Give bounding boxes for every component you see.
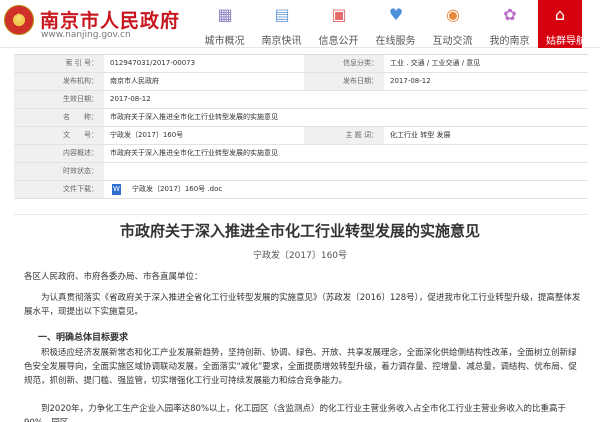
effective-date-label: 生效日期： (14, 91, 104, 108)
info-row-summary: 内容概述： 市政府关于深入推进全市化工行业转型发展的实施意见 (14, 145, 588, 163)
index-value: 012947031/2017-00073 (110, 59, 196, 67)
attachment-label: 文件下载： (14, 181, 104, 198)
national-emblem-icon (4, 5, 34, 35)
category-label: 信息分类： (304, 55, 384, 72)
info-disclosure-icon: ▣ (331, 5, 347, 24)
site-header: 南京市人民政府 www.nanjing.gov.cn ▦ 城市概况 ▤ 南京快讯 ▣ 信息… (0, 0, 600, 48)
info-row-issuer: 发布机构： 南京市人民政府 发布日期： 2017-08-12 (14, 73, 588, 91)
content-summary-label: 内容概述： (14, 145, 104, 162)
nav-item-city-overview[interactable]: ▦ 城市概况 (196, 0, 253, 48)
info-row-index: 索 引 号： 012947031/2017-00073 信息分类： 工业 . 交… (14, 55, 588, 73)
nav-item-online-service[interactable]: ♥ 在线服务 (367, 0, 424, 48)
nav-item-label: 互动交流 (432, 36, 473, 47)
word-document-icon[interactable]: W (112, 184, 121, 195)
divider (14, 214, 588, 215)
info-row-name: 名 称： 市政府关于深入推进全市化工行业转型发展的实施意见 (14, 109, 588, 127)
online-service-icon: ♥ (388, 5, 404, 24)
article-title: 市政府关于深入推进全市化工行业转型发展的实施意见 (119, 222, 480, 240)
nav-item-label: 城市概况 (204, 36, 245, 47)
article-paragraph: 积极适应经济发展新常态和化工产业发展新趋势，坚持创新、协调、绿色、开放、共享发展… (24, 348, 577, 386)
site-url: www.nanjing.gov.cn (41, 30, 131, 40)
nav-item-info-disclosure[interactable]: ▣ 信息公开 (310, 0, 367, 48)
doc-no-value: 宁政发〔2017〕160号 (110, 131, 184, 139)
section-heading: 一、明确总体目标要求 (38, 333, 129, 343)
nav-item-navigation[interactable]: ⌂ 姑群导航 (538, 0, 586, 48)
nav-item-label: 姑群导航 (546, 36, 586, 47)
index-label: 索 引 号： (14, 55, 104, 72)
nav-item-my-nanjing[interactable]: ✿ 我的南京 (481, 0, 538, 48)
publish-date-label: 发布日期： (304, 73, 384, 90)
city-overview-icon: ▦ (217, 5, 233, 24)
main-nav: ▦ 城市概况 ▤ 南京快讯 ▣ 信息公开 ♥ 在线服务 ◉ 互动交流 ✿ 我的南京 ⌂ 姑群导航 (196, 0, 586, 48)
info-row-expiry: 时效状态： (14, 163, 588, 181)
article-addressees: 各区人民政府、市府各委办局、市各直属单位： (24, 272, 203, 282)
nav-item-interaction[interactable]: ◉ 互动交流 (424, 0, 481, 48)
effective-date-value: 2017-08-12 (110, 95, 151, 103)
news-icon: ▤ (274, 5, 290, 24)
keywords-value: 化工行业 转型 发展 (390, 131, 451, 139)
article-paragraph: 到2020年，力争化工生产企业入园率达80%以上，化工园区（含监测点）的化工行业… (24, 404, 567, 422)
keywords-label: 主 题 词： (304, 127, 384, 144)
publish-date-value: 2017-08-12 (390, 77, 431, 85)
nav-item-label: 在线服务 (375, 36, 416, 47)
issuer-label: 发布机构： (14, 73, 104, 90)
nav-item-label: 信息公开 (318, 36, 359, 47)
my-nanjing-icon: ✿ (503, 5, 517, 24)
article-intro: 为认真贯彻落实《省政府关于深入推进全省化工行业转型发展的实施意见》（苏政发〔20… (24, 293, 581, 317)
info-row-attachment: 文件下载： W 宁政发〔2017〕160号 .doc (14, 181, 588, 199)
article-doc-number: 宁政发〔2017〕160号 (252, 251, 348, 261)
category-value: 工业 . 交通 / 工业交通 / 意见 (390, 59, 481, 67)
navigation-icon: ⌂ (554, 5, 566, 24)
info-row-doc-no: 文 号： 宁政发〔2017〕160号 主 题 词： 化工行业 转型 发展 (14, 127, 588, 145)
info-row-effective: 生效日期： 2017-08-12 (14, 91, 588, 109)
document-info-table: 索 引 号： 012947031/2017-00073 信息分类： 工业 . 交… (14, 54, 588, 199)
nav-item-label: 南京快讯 (261, 36, 302, 47)
attachment-link[interactable]: 宁政发〔2017〕160号 .doc (132, 181, 222, 198)
nav-item-news[interactable]: ▤ 南京快讯 (253, 0, 310, 48)
name-value: 市政府关于深入推进全市化工行业转型发展的实施意见 (110, 113, 278, 121)
nav-item-label: 我的南京 (489, 36, 530, 47)
expiry-label: 时效状态： (14, 163, 104, 180)
interaction-icon: ◉ (446, 5, 460, 24)
doc-no-label: 文 号： (14, 127, 104, 144)
content-summary-value: 市政府关于深入推进全市化工行业转型发展的实施意见 (110, 149, 278, 157)
name-label: 名 称： (14, 109, 104, 126)
issuer-value: 南京市人民政府 (110, 77, 159, 85)
site-title[interactable]: 南京市人民政府 (40, 6, 180, 33)
